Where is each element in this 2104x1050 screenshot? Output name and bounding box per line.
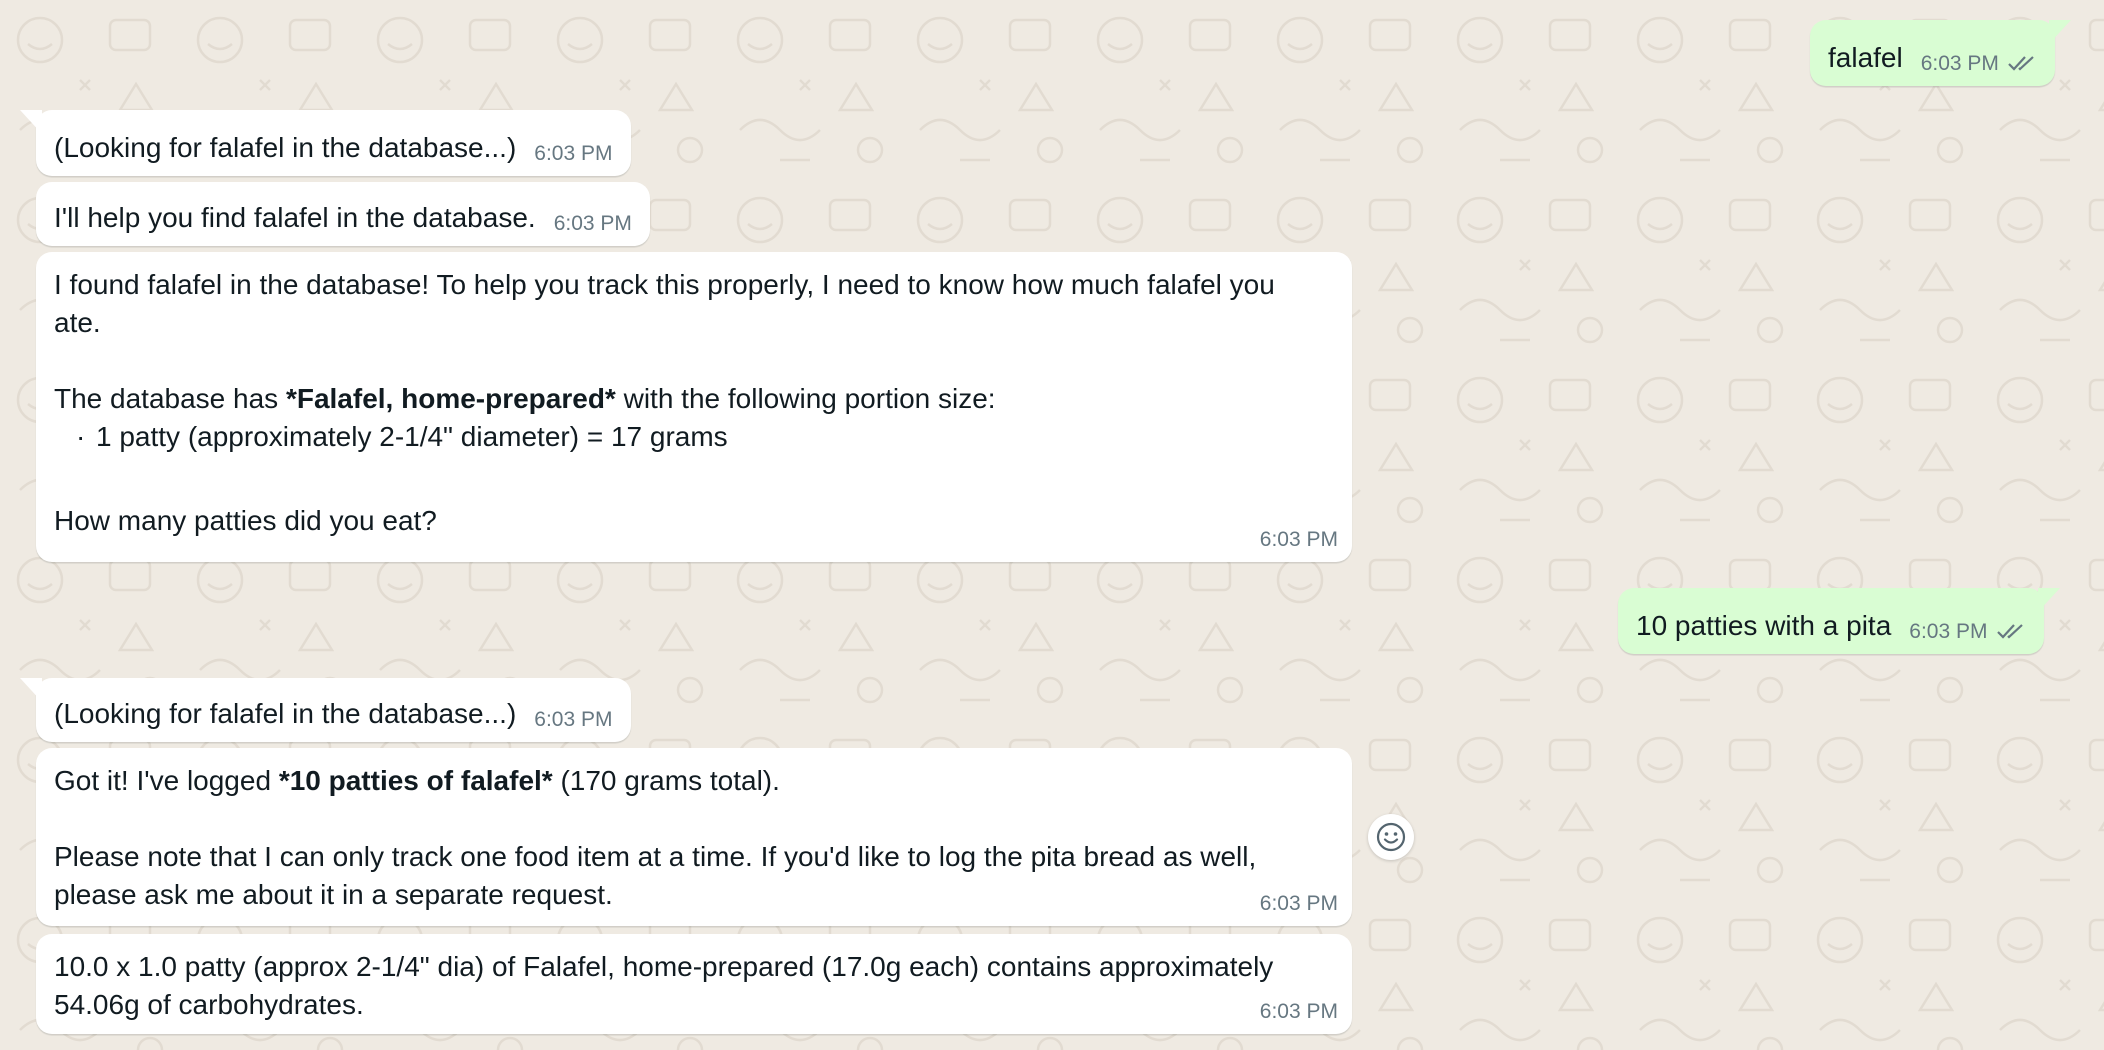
message-text-line: I found falafel in the database! To help… — [54, 269, 1275, 300]
message-question: How many patties did you eat? — [54, 505, 437, 536]
message-text: 10 patties with a pita — [1636, 610, 1892, 641]
logged-confirmation: Got it! I've logged *10 patties of falaf… — [54, 765, 780, 796]
bubble-tail — [2048, 20, 2071, 44]
portion-info: The database has *Falafel, home-prepared… — [54, 383, 996, 414]
message-timestamp: 6:03 PM — [1259, 1000, 1338, 1023]
message-timestamp: 6:03 PM — [534, 142, 613, 165]
incoming-message[interactable]: I found falafel in the database! To help… — [36, 252, 1352, 562]
food-name: *Falafel, home-prepared* — [285, 383, 616, 414]
message-timestamp: 6:03 PM — [553, 212, 632, 235]
message-text-line: please ask me about it in a separate req… — [54, 879, 613, 910]
smiley-face-icon — [1376, 822, 1406, 852]
message-text-line: ate. — [54, 307, 101, 338]
message-timestamp: 6:03 PM — [1921, 52, 2037, 76]
bubble-tail — [20, 678, 42, 702]
message-text: (Looking for falafel in the database...) — [54, 132, 517, 163]
outgoing-message[interactable]: 10 patties with a pita 6:03 PM — [1618, 588, 2060, 654]
message-text-line: 54.06g of carbohydrates. — [54, 989, 364, 1020]
bubble-tail — [2037, 588, 2060, 612]
react-emoji-button[interactable] — [1368, 814, 1414, 860]
message-timestamp: 6:03 PM — [534, 708, 613, 731]
incoming-message[interactable]: (Looking for falafel in the database...)… — [20, 678, 631, 742]
message-timestamp: 6:03 PM — [1909, 620, 2025, 644]
message-text: I'll help you find falafel in the databa… — [54, 202, 536, 233]
message-timestamp: 6:03 PM — [1259, 892, 1338, 915]
message-timestamp: 6:03 PM — [1259, 528, 1338, 551]
double-check-read-icon — [2008, 56, 2034, 71]
outgoing-message[interactable]: falafel 6:03 PM — [1810, 20, 2071, 86]
double-check-read-icon — [1996, 624, 2023, 639]
logged-item: *10 patties of falafel* — [278, 765, 553, 796]
message-text: falafel — [1828, 42, 1903, 73]
message-text: (Looking for falafel in the database...) — [54, 698, 517, 729]
bubble-tail — [20, 110, 42, 134]
message-text-line: Please note that I can only track one fo… — [54, 841, 1257, 872]
portion-bullet-item: · 1 patty (approximately 2-1/4" diameter)… — [76, 421, 728, 452]
message-text-line: 10.0 x 1.0 patty (approx 2-1/4" dia) of … — [54, 951, 1274, 982]
incoming-message[interactable]: I'll help you find falafel in the databa… — [36, 182, 650, 246]
incoming-message[interactable]: (Looking for falafel in the database...)… — [20, 110, 631, 176]
incoming-message[interactable]: Got it! I've logged *10 patties of falaf… — [36, 748, 1352, 926]
incoming-message[interactable]: 10.0 x 1.0 patty (approx 2-1/4" dia) of … — [36, 934, 1352, 1034]
